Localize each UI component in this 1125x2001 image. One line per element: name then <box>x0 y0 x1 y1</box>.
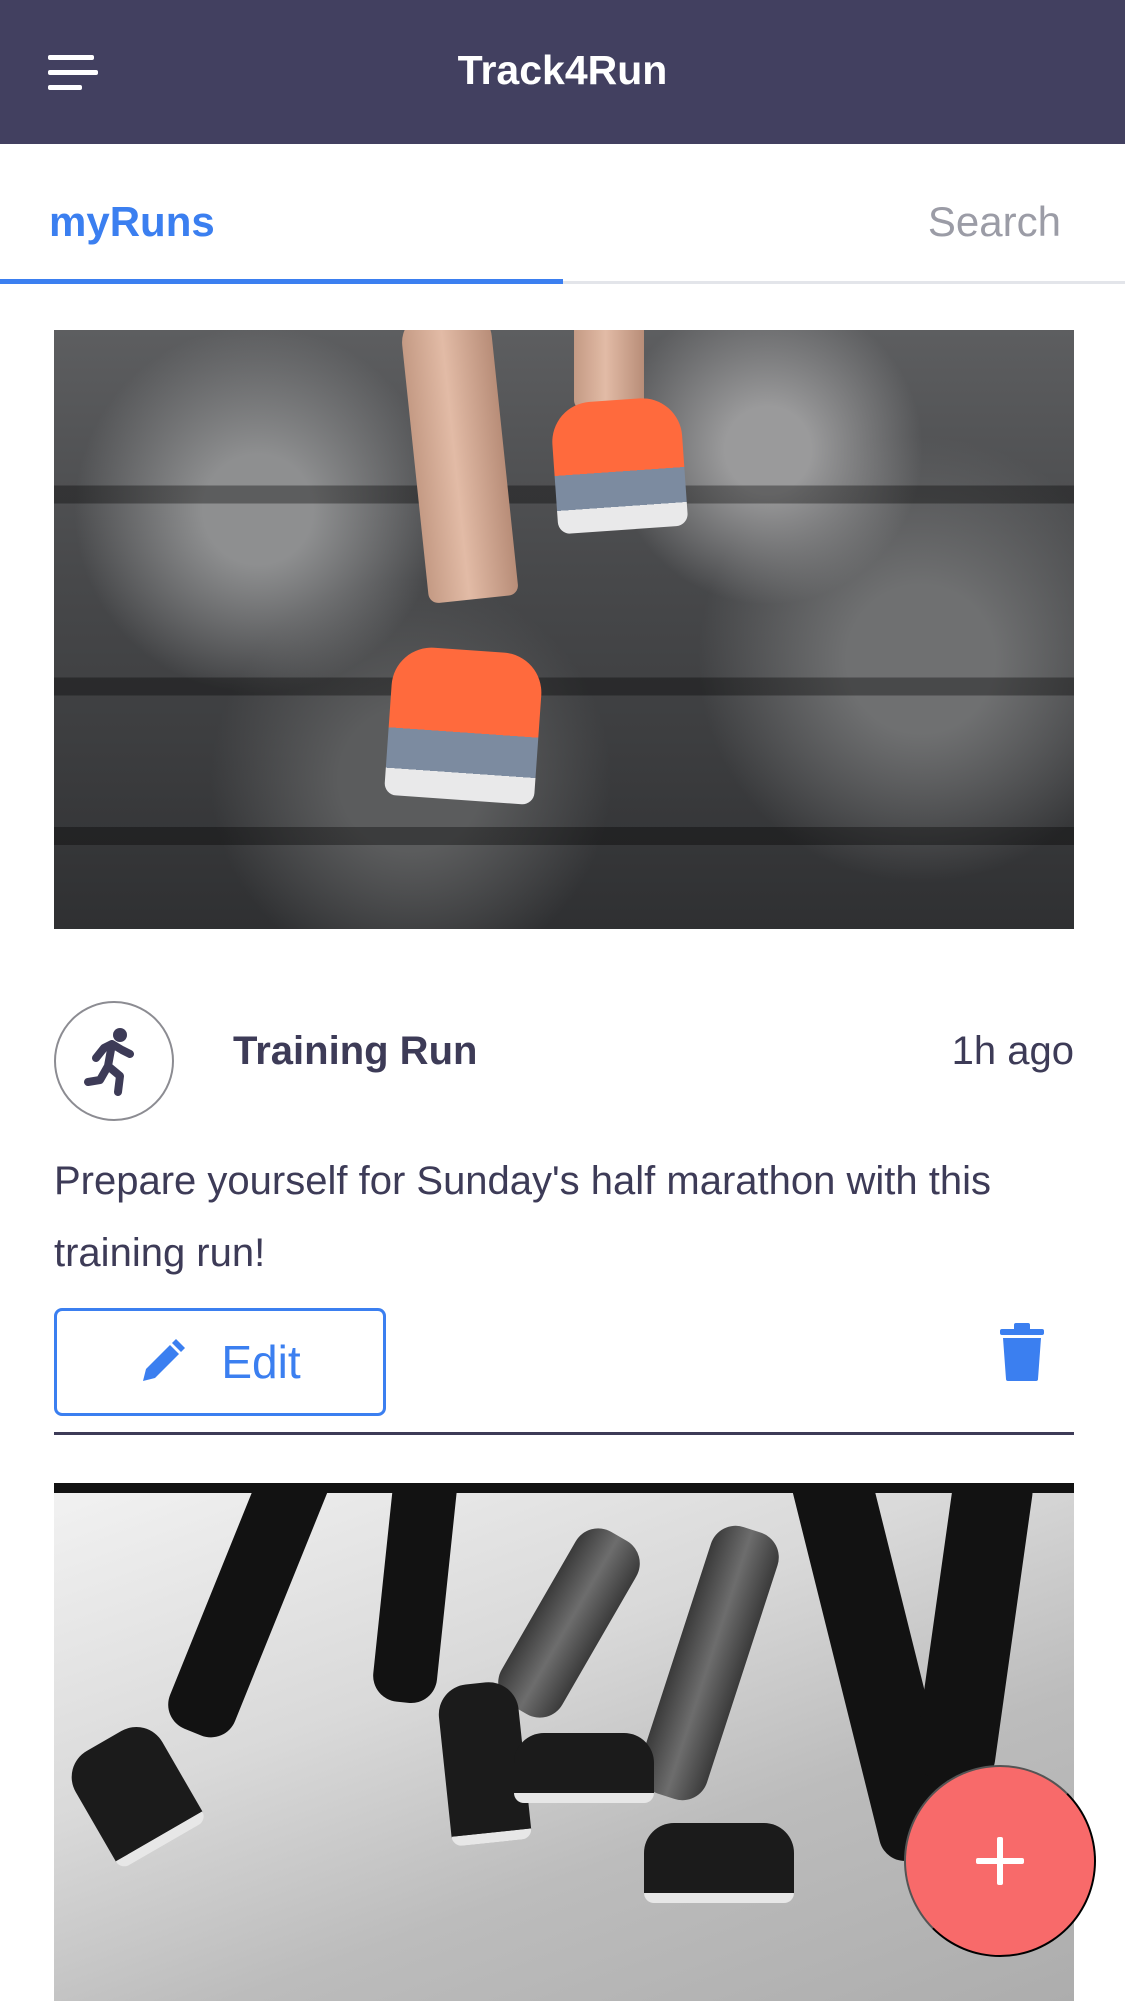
run-card <box>54 1483 1074 2001</box>
tab-myruns[interactable]: myRuns <box>49 144 215 284</box>
run-photo[interactable] <box>54 1483 1074 2001</box>
trash-icon[interactable] <box>1000 1323 1044 1381</box>
edit-label: Edit <box>221 1336 301 1388</box>
plus-icon <box>976 1837 1024 1885</box>
runner-icon <box>54 1001 174 1121</box>
app-title: Track4Run <box>457 47 668 93</box>
pencil-icon <box>143 1339 186 1381</box>
active-tab-indicator <box>0 279 563 284</box>
run-title: Training Run <box>233 1029 478 1073</box>
run-actions: Edit <box>54 1289 1074 1435</box>
run-description: Prepare yourself for Sunday's half marat… <box>54 1159 991 1275</box>
app-bar: Track4Run <box>0 0 1125 144</box>
run-timestamp: 1h ago <box>951 1029 1074 1073</box>
tab-search[interactable]: Search <box>928 144 1061 284</box>
add-run-button[interactable] <box>904 1765 1096 1957</box>
tab-bar: myRuns Search <box>0 144 1125 284</box>
run-meta: Training Run 1h ago <box>54 929 1074 1139</box>
run-card: Training Run 1h ago Prepare yourself for… <box>54 330 1074 1435</box>
edit-button[interactable]: Edit <box>54 1308 386 1416</box>
app-screen: Track4Run myRuns Search Training Run 1h … <box>0 0 1125 2001</box>
run-photo[interactable] <box>54 330 1074 929</box>
runs-feed: Training Run 1h ago Prepare yourself for… <box>54 330 1074 2001</box>
